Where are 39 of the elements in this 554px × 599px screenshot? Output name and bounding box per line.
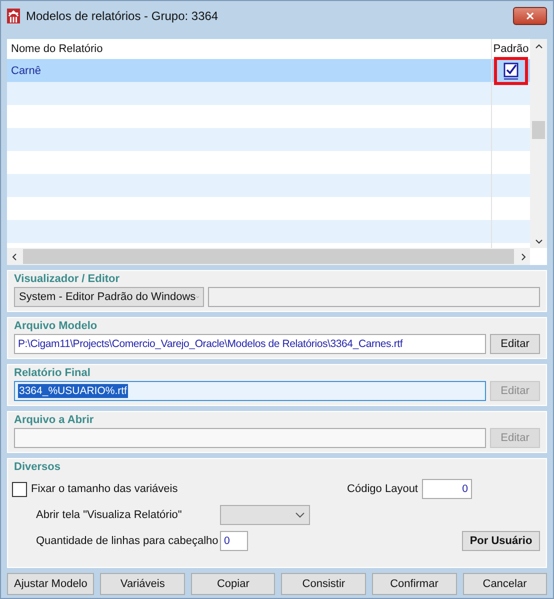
action-button[interactable]: Consistir: [281, 573, 366, 595]
input-field[interactable]: [14, 428, 486, 448]
edit-button[interactable]: Editar: [490, 334, 540, 354]
grid-row[interactable]: Carnê: [7, 59, 530, 82]
checkbox[interactable]: [503, 62, 519, 80]
header-lines-field[interactable]: 0: [220, 531, 248, 551]
path-field[interactable]: P:\Cigam11\Projects\Comercio_Varejo_Oracle\Modelos de Relatórios\3364_Carnes.rtf: [14, 334, 486, 354]
view-dropdown[interactable]: [220, 505, 310, 525]
column-header: Nome do Relatório: [10, 42, 104, 57]
per-user-button[interactable]: Por Usuário: [462, 531, 540, 551]
group-title: Arquivo a Abrir: [14, 414, 95, 426]
close-button[interactable]: ✕: [513, 7, 547, 25]
scroll-thumb[interactable]: [23, 249, 514, 264]
field-label: Quantidade de linhas para cabeçalho: [36, 535, 216, 547]
checkbox-label: Fixar o tamanho das variáveis: [31, 483, 178, 495]
window-title: Modelos de relatórios - Grupo: 3364: [26, 9, 220, 23]
app-logo-icon: [7, 8, 20, 24]
vertical-scrollbar[interactable]: [530, 39, 547, 248]
empty-grid-row[interactable]: [7, 128, 530, 151]
empty-grid-row[interactable]: [7, 174, 530, 197]
action-button[interactable]: Cancelar: [462, 573, 548, 595]
group-title: Relatório Final: [14, 367, 92, 379]
scroll-thumb[interactable]: [532, 121, 545, 139]
action-button[interactable]: Copiar: [190, 573, 276, 595]
action-button[interactable]: Variáveis: [100, 573, 185, 595]
group-title: Arquivo Modelo: [14, 320, 98, 332]
group-title: Visualizador / Editor: [14, 273, 121, 285]
action-button[interactable]: Ajustar Modelo: [7, 573, 94, 595]
horizontal-scrollbar[interactable]: [7, 248, 530, 265]
layout-code-field[interactable]: 0: [422, 479, 472, 499]
table-cell-text: Carnê: [10, 64, 42, 78]
field-label: Código Layout: [347, 483, 418, 495]
input-field[interactable]: [208, 287, 540, 307]
field-label: Abrir tela "Visualiza Relatório": [36, 509, 183, 521]
group-title: Diversos: [14, 461, 62, 473]
checkbox[interactable]: [12, 482, 27, 496]
chevron-down-icon: [295, 512, 305, 518]
action-button[interactable]: Confirmar: [372, 573, 456, 595]
editor-dropdown[interactable]: System - Editor Padrão do Windows: [14, 287, 204, 307]
